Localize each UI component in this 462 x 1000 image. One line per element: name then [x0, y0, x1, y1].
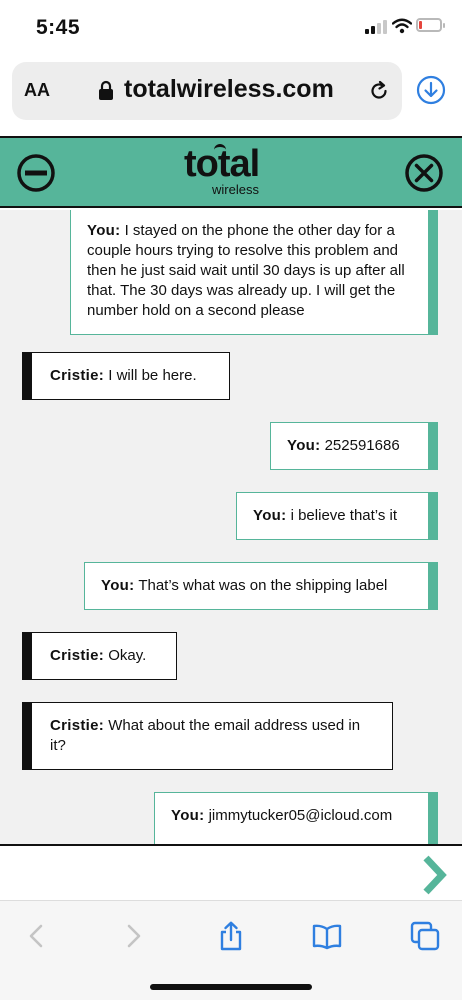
message-sender: You: — [253, 507, 287, 524]
reload-icon[interactable] — [368, 80, 390, 102]
message-sender: You: — [101, 577, 135, 594]
home-indicator — [150, 984, 312, 990]
message-sender: You: — [171, 807, 205, 824]
status-bar: 5:45 — [0, 0, 462, 56]
agent-message: Cristie: What about the email address us… — [22, 702, 393, 770]
message-sender: Cristie: — [50, 647, 105, 664]
message-text: That’s what was on the shipping label — [134, 577, 388, 594]
user-message: You: jimmytucker05@icloud.com — [154, 792, 438, 844]
text-size-button[interactable]: AA — [24, 80, 50, 101]
tabs-icon[interactable] — [410, 921, 440, 951]
message-sender: Cristie: — [50, 367, 105, 384]
logo-sub-text: wireless — [212, 182, 259, 197]
url-text[interactable]: totalwireless.com — [124, 75, 334, 104]
agent-message: Cristie: I will be here. — [22, 352, 230, 400]
download-icon[interactable] — [416, 75, 446, 105]
chat-input-row[interactable] — [0, 844, 462, 900]
message-text: Okay. — [104, 647, 147, 664]
chat-transcript[interactable]: You: I stayed on the phone the other day… — [0, 210, 462, 844]
cellular-signal-icon — [365, 20, 387, 34]
message-sender: You: — [87, 222, 121, 239]
user-message: You: i believe that’s it — [236, 492, 438, 540]
agent-message: Cristie: Okay. — [22, 632, 177, 680]
message-text: jimmytucker05@icloud.com — [204, 807, 393, 824]
message-text: i believe that’s it — [286, 507, 398, 524]
message-text: I will be here. — [104, 367, 197, 384]
message-text: I stayed on the phone the other day for … — [87, 222, 405, 319]
message-sender: Cristie: — [50, 717, 105, 734]
back-icon[interactable] — [22, 921, 52, 951]
wifi-icon — [392, 18, 412, 34]
logo-main-text: total — [184, 143, 260, 185]
battery-icon — [416, 18, 445, 32]
forward-icon[interactable] — [118, 921, 148, 951]
status-time: 5:45 — [36, 16, 81, 39]
user-message: You: I stayed on the phone the other day… — [70, 210, 438, 335]
battery-level — [419, 21, 422, 29]
total-wireless-logo: total wireless — [184, 142, 280, 202]
message-sender: You: — [287, 437, 321, 454]
bookmarks-icon[interactable] — [312, 921, 342, 951]
minimize-chat-icon[interactable] — [16, 153, 56, 193]
send-arrow-icon[interactable] — [420, 854, 448, 896]
chat-header: total wireless — [0, 136, 462, 208]
share-icon[interactable] — [216, 921, 246, 951]
user-message: You: That’s what was on the shipping lab… — [84, 562, 438, 610]
lock-icon — [99, 80, 113, 100]
close-chat-icon[interactable] — [404, 153, 444, 193]
user-message: You: 252591686 — [270, 422, 438, 470]
message-text: 252591686 — [320, 437, 400, 454]
address-bar[interactable]: AA totalwireless.com — [12, 62, 402, 120]
